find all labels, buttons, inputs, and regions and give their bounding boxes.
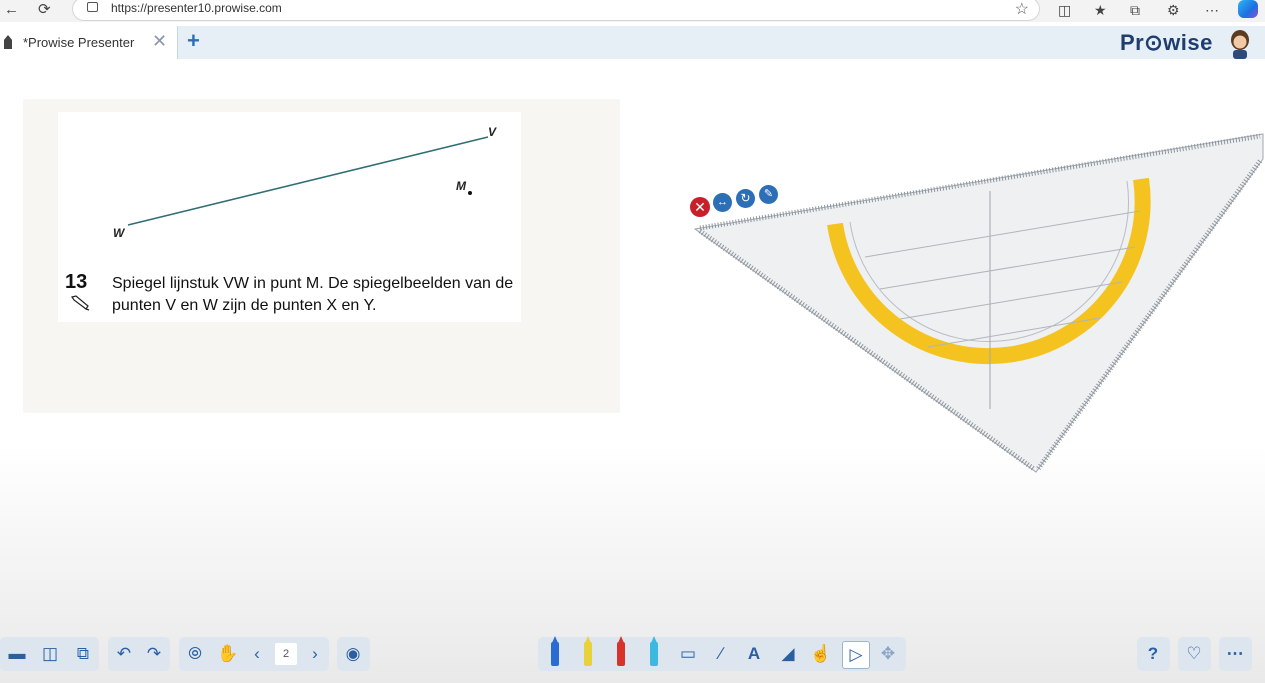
move-toolbar-icon[interactable]: ✥ <box>875 641 901 667</box>
folder-icon[interactable]: ▬ <box>4 641 30 667</box>
eraser-icon[interactable] <box>650 642 658 666</box>
close-icon[interactable]: ✕ <box>690 197 710 217</box>
yellow-marker-icon[interactable] <box>584 642 592 666</box>
segment-vw <box>127 136 489 226</box>
triangle-ruler-icon[interactable]: ◢ <box>775 641 801 667</box>
whiteboard-canvas[interactable]: V W M 13 Spiegel lijnstuk VW in punt M. … <box>0 59 1265 683</box>
bottom-toolbar: ▬ ◫ ⧉ ↶ ↷ ⦾ ✋ ‹ 2 › ◉ ▭ ∕ A ◢ ☝ ▷ ✥ ? ♡ … <box>0 637 1265 673</box>
label-m: M <box>456 179 466 193</box>
touch-icon[interactable]: ☝ <box>808 641 834 667</box>
triangle-body[interactable] <box>693 133 1264 473</box>
label-w: W <box>113 226 125 240</box>
question-line-2: punten V en W zijn de punten X en Y. <box>112 297 377 314</box>
drawing-tools-group: ▭ ∕ A ◢ ☝ ▷ ✥ <box>538 637 906 671</box>
more-menu-icon[interactable]: ⋯ <box>1205 1 1219 19</box>
more-options-icon[interactable]: ⋯ <box>1222 641 1248 667</box>
browser-toolbar: ← ⟳ https://presenter10.prowise.com ☆ ◫ … <box>0 0 1265 22</box>
point-m-dot <box>468 191 472 195</box>
camera-icon[interactable]: ◉ <box>340 641 366 667</box>
help-group: ? <box>1137 637 1170 671</box>
notifications-group: ♡ <box>1178 637 1211 671</box>
line-icon[interactable]: ∕ <box>708 641 734 667</box>
compass-icon[interactable]: ⦾ <box>182 641 208 667</box>
back-icon[interactable]: ← <box>4 1 19 19</box>
bell-icon[interactable]: ♡ <box>1181 641 1207 667</box>
pencil-icon <box>71 295 90 311</box>
app-tab-bar: *Prowise Presenter ✕ + Pr⊙wise <box>0 26 1265 59</box>
prowise-logo: Pr⊙wise <box>1120 30 1213 55</box>
red-pen-icon[interactable] <box>617 642 625 666</box>
navigation-group: ⦾ ✋ ‹ 2 › <box>179 637 329 671</box>
page-number[interactable]: 2 <box>275 643 297 665</box>
tab-label: *Prowise Presenter <box>23 35 135 50</box>
previous-page-icon[interactable]: ‹ <box>244 641 270 667</box>
pen-icon[interactable]: ✎ <box>759 185 778 204</box>
url-text: https://presenter10.prowise.com <box>111 1 282 15</box>
reload-icon[interactable]: ⟳ <box>38 1 51 19</box>
copilot-icon[interactable] <box>1238 0 1258 18</box>
geodriehoek-tool[interactable] <box>690 119 1265 479</box>
pages-icon[interactable]: ⧉ <box>70 641 96 667</box>
address-bar[interactable]: https://presenter10.prowise.com ☆ <box>72 0 1040 21</box>
reset-icon[interactable]: ↻ <box>736 189 755 208</box>
close-tab-icon[interactable]: ✕ <box>152 31 167 52</box>
text-icon[interactable]: A <box>741 641 767 667</box>
rotate-icon[interactable]: ↔ <box>713 193 732 212</box>
question-text: Spiegel lijnstuk VW in punt M. De spiege… <box>112 273 532 317</box>
import-icon[interactable]: ◫ <box>37 641 63 667</box>
extensions-icon[interactable]: ⚙ <box>1167 1 1180 19</box>
screenshot-group: ◉ <box>337 637 370 671</box>
collections-icon[interactable]: ⧉ <box>1130 1 1140 19</box>
file-tools-group: ▬ ◫ ⧉ <box>0 637 99 671</box>
label-v: V <box>488 125 497 139</box>
worksheet-page: V W M 13 Spiegel lijnstuk VW in punt M. … <box>23 99 620 413</box>
split-screen-icon[interactable]: ◫ <box>1058 1 1071 19</box>
add-tab-button[interactable]: + <box>187 28 200 54</box>
blue-pen-icon[interactable] <box>551 642 559 666</box>
question-line-1: Spiegel lijnstuk VW in punt M. De spiege… <box>112 275 514 292</box>
history-group: ↶ ↷ <box>108 637 170 671</box>
rectangle-icon[interactable]: ▭ <box>675 641 701 667</box>
presenter-mode-icon[interactable]: ▷ <box>842 641 870 669</box>
redo-icon[interactable]: ↷ <box>141 641 167 667</box>
more-group: ⋯ <box>1219 637 1252 671</box>
favorites-icon[interactable]: ★ <box>1094 1 1107 19</box>
help-icon[interactable]: ? <box>1140 641 1166 667</box>
tab-prowise-presenter[interactable]: *Prowise Presenter ✕ <box>0 26 178 59</box>
avatar[interactable] <box>1226 27 1254 59</box>
lock-icon <box>87 2 98 12</box>
favorite-star-icon[interactable]: ☆ <box>1015 0 1029 19</box>
question-number: 13 <box>65 271 88 293</box>
next-page-icon[interactable]: › <box>302 641 328 667</box>
undo-icon[interactable]: ↶ <box>111 641 137 667</box>
file-icon <box>4 35 12 49</box>
hand-icon[interactable]: ✋ <box>215 641 241 667</box>
